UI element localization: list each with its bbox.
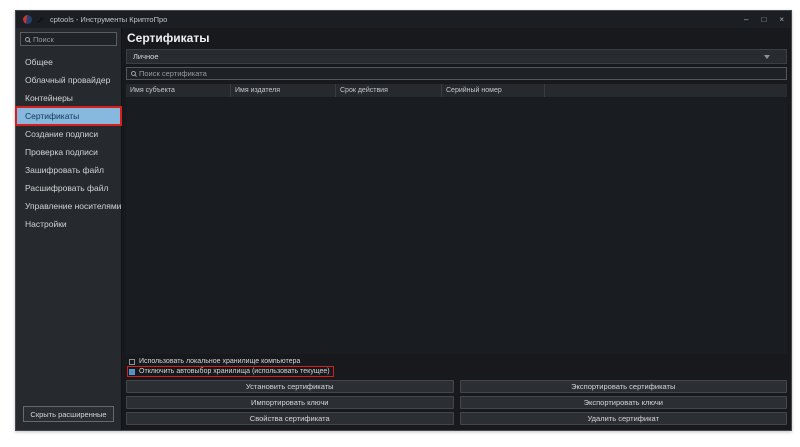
sidebar-item-verify-signature[interactable]: Проверка подписи [16,143,121,161]
action-button-import-keys[interactable]: Импортировать ключи [126,396,454,409]
action-button-label: Экспортировать сертификаты [571,382,675,391]
checkbox-label: Отключить автовыбор хранилища (использов… [139,368,330,375]
window-controls: – □ × [744,16,784,24]
action-button-export-certificates[interactable]: Экспортировать сертификаты [460,380,788,393]
cryptopro-logo-icon [23,15,32,24]
sidebar-item-containers[interactable]: Контейнеры [16,89,121,107]
page-title: Сертификаты [127,31,787,45]
action-button-install-certificates[interactable]: Установить сертификаты [126,380,454,393]
sidebar-item-label: Облачный провайдер [25,75,110,85]
column-header-label: Имя субъекта [130,87,175,94]
checkbox[interactable] [129,369,135,375]
store-options: Использовать локальное хранилище компьют… [128,357,787,376]
search-icon [25,37,30,42]
checkbox-row-use-local-machine-store[interactable]: Использовать локальное хранилище компьют… [128,357,303,366]
column-header-label: Серийный номер [446,87,502,94]
sidebar-item-general[interactable]: Общее [16,53,121,71]
sidebar-item-label: Настройки [25,219,67,229]
sidebar-menu: Общее Облачный провайдер Контейнеры Серт… [16,53,121,233]
sidebar-item-label: Создание подписи [25,129,98,139]
action-buttons: Установить сертификаты Экспортировать се… [126,380,787,425]
table-body[interactable] [126,97,787,354]
checkbox-label: Использовать локальное хранилище компьют… [139,358,300,365]
sidebar-item-label: Расшифровать файл [25,183,108,193]
action-button-export-keys[interactable]: Экспортировать ключи [460,396,788,409]
sidebar-item-label: Общее [25,57,53,67]
certificate-search-box[interactable] [126,67,787,80]
column-header-filler [545,84,787,97]
sidebar-item-label: Зашифровать файл [25,165,104,175]
sidebar-item-label: Сертификаты [25,111,79,121]
app-body: Общее Облачный провайдер Контейнеры Серт… [16,28,791,430]
hide-advanced-button[interactable]: Скрыть расширенные [23,406,114,422]
sidebar-item-label: Проверка подписи [25,147,98,157]
sidebar-item-certificates[interactable]: Сертификаты [16,107,121,125]
window-title: cptools - Инструменты КриптоПро [50,15,167,24]
column-header-serial-number[interactable]: Серийный номер [442,84,545,97]
sidebar-item-label: Управление носителями [25,201,121,211]
column-header-label: Срок действия [340,87,388,94]
sidebar: Общее Облачный провайдер Контейнеры Серт… [16,28,122,430]
app-window: cptools - Инструменты КриптоПро – □ × Об… [15,10,792,431]
sidebar-search-input[interactable] [33,35,112,44]
certificates-table: Имя субъекта Имя издателя Срок действия … [126,84,787,354]
certificate-search-input[interactable] [139,69,782,78]
action-button-label: Свойства сертификата [250,414,330,423]
title-bar[interactable]: cptools - Инструменты КриптоПро – □ × [16,11,791,28]
sidebar-search-box[interactable] [20,32,117,46]
action-button-label: Установить сертификаты [246,382,334,391]
store-select[interactable]: Личное [126,49,787,64]
action-button-label: Импортировать ключи [251,398,328,407]
column-header-subject-name[interactable]: Имя субъекта [126,84,231,97]
maximize-button[interactable]: □ [761,16,766,24]
action-button-certificate-properties[interactable]: Свойства сертификата [126,412,454,425]
sidebar-item-settings[interactable]: Настройки [16,215,121,233]
checkbox-row-disable-store-autoselect[interactable]: Отключить автовыбор хранилища (использов… [128,367,333,376]
search-icon [131,71,136,76]
wrench-icon [36,16,44,24]
store-select-value: Личное [133,52,159,61]
sidebar-item-create-signature[interactable]: Создание подписи [16,125,121,143]
column-header-label: Имя издателя [235,87,280,94]
checkbox[interactable] [129,359,135,365]
main-panel: Сертификаты Личное Имя субъекта Имя изда… [122,28,791,430]
sidebar-item-cloud-provider[interactable]: Облачный провайдер [16,71,121,89]
close-button[interactable]: × [779,16,784,24]
sidebar-item-encrypt-file[interactable]: Зашифровать файл [16,161,121,179]
sidebar-item-label: Контейнеры [25,93,73,103]
action-button-label: Экспортировать ключи [584,398,663,407]
action-button-delete-certificate[interactable]: Удалить сертификат [460,412,788,425]
sidebar-item-media-management[interactable]: Управление носителями [16,197,121,215]
sidebar-item-decrypt-file[interactable]: Расшифровать файл [16,179,121,197]
action-button-label: Удалить сертификат [587,414,659,423]
column-header-issuer-name[interactable]: Имя издателя [231,84,336,97]
chevron-down-icon [764,55,770,59]
column-header-validity-period[interactable]: Срок действия [336,84,442,97]
minimize-button[interactable]: – [744,16,748,24]
sidebar-spacer [16,233,121,406]
table-header: Имя субъекта Имя издателя Срок действия … [126,84,787,97]
